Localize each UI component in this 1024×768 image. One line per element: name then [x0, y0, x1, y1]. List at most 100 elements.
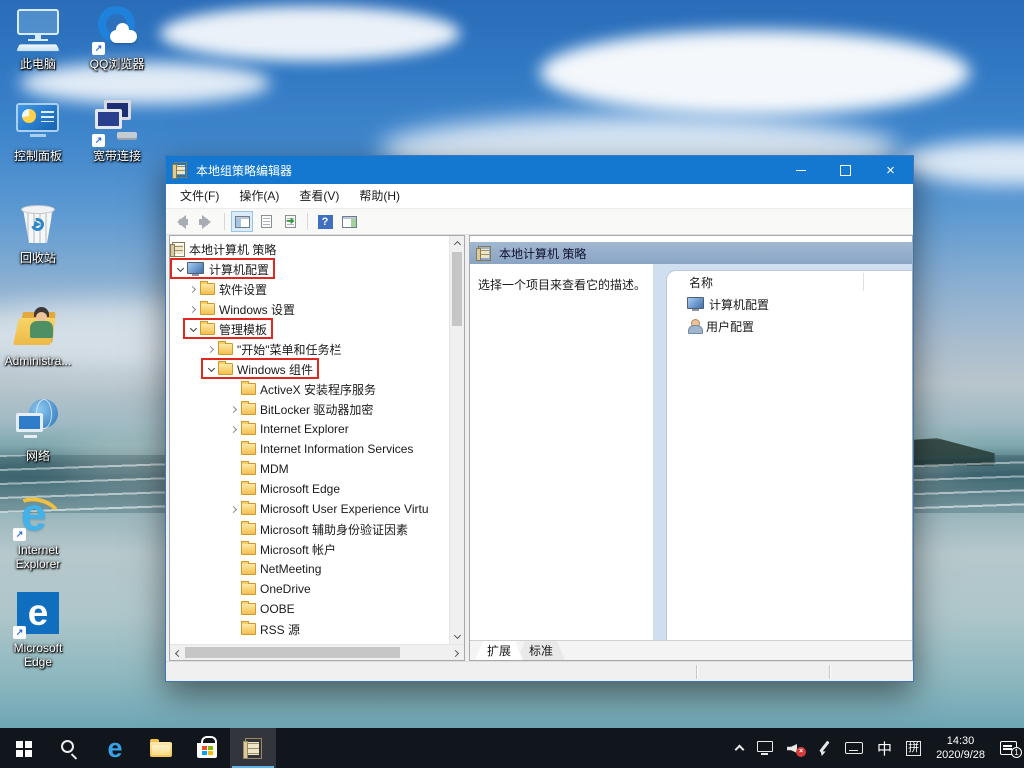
chevron-right-icon[interactable]: [227, 502, 241, 516]
column-header-row[interactable]: 名称: [667, 271, 912, 293]
toolbar: ➜ ?: [166, 209, 913, 235]
tree-item[interactable]: Internet Information Services: [170, 439, 448, 459]
tree-item[interactable]: 计算机配置: [170, 259, 448, 279]
console-tree-button[interactable]: [231, 211, 253, 232]
chevron-down-icon[interactable]: [186, 322, 200, 336]
tree-item[interactable]: "开始"菜单和任务栏: [170, 339, 448, 359]
tree-item[interactable]: Microsoft User Experience Virtu: [170, 499, 448, 519]
close-button[interactable]: ×: [868, 156, 913, 184]
tree-item[interactable]: OneDrive: [170, 579, 448, 599]
tree-item[interactable]: 本地计算机 策略: [170, 239, 448, 259]
ime-mode-button[interactable]: 拼: [899, 728, 928, 768]
chevron-right-icon[interactable]: [186, 302, 200, 316]
touch-keyboard-button[interactable]: [838, 728, 870, 768]
back-arrow-icon[interactable]: [172, 214, 192, 230]
gpedit-taskbar-button[interactable]: [230, 728, 276, 768]
menu-item-2[interactable]: 查看(V): [289, 186, 349, 207]
notification-icon: 1: [1000, 741, 1017, 755]
desktop-icon-recycle-bin[interactable]: 回收站: [0, 200, 76, 265]
scroll-right-arrow[interactable]: [449, 645, 464, 661]
list-item[interactable]: 用户配置: [667, 315, 912, 337]
scroll-down-arrow[interactable]: [450, 629, 465, 644]
menu-item-1[interactable]: 操作(A): [229, 186, 289, 207]
scroll-left-arrow[interactable]: [170, 645, 185, 661]
admin-folder-icon: [14, 303, 62, 351]
desktop-icon-control-panel[interactable]: 控制面板: [0, 98, 76, 163]
chevron-down-icon[interactable]: [204, 362, 218, 376]
tree-item[interactable]: Microsoft 辅助身份验证因素: [170, 519, 448, 539]
tree-item[interactable]: ActiveX 安装程序服务: [170, 379, 448, 399]
scrollbar-thumb[interactable]: [185, 647, 400, 658]
forward-arrow-icon[interactable]: [196, 214, 216, 230]
search-button[interactable]: [46, 728, 92, 768]
maximize-button[interactable]: [823, 156, 868, 184]
minimize-button[interactable]: [778, 156, 823, 184]
chevron-right-icon[interactable]: [204, 342, 218, 356]
tree-item[interactable]: MDM: [170, 459, 448, 479]
chevron-right-icon[interactable]: [227, 402, 241, 416]
folder-icon: [241, 463, 256, 475]
scroll-up-arrow[interactable]: [450, 236, 465, 251]
ime-language-button[interactable]: 中: [870, 728, 899, 768]
desktop-icon-microsoft-edge[interactable]: e↗Microsoft Edge: [0, 590, 76, 669]
folder-icon: [218, 363, 233, 375]
date-label: 2020/9/28: [936, 748, 985, 762]
taskbar-edge-button[interactable]: e: [92, 728, 138, 768]
expander-placeholder: [227, 522, 241, 536]
tree-item[interactable]: OOBE: [170, 599, 448, 619]
tree-horizontal-scrollbar[interactable]: [170, 644, 464, 660]
menu-item-3[interactable]: 帮助(H): [349, 186, 410, 207]
tree-item[interactable]: Microsoft Edge: [170, 479, 448, 499]
title-bar[interactable]: 本地组策略编辑器 ×: [166, 156, 913, 184]
chevron-right-icon[interactable]: [186, 282, 200, 296]
pen-tray-button[interactable]: [810, 728, 838, 768]
tree-vertical-scrollbar[interactable]: [449, 236, 464, 644]
desktop-icon-internet-explorer[interactable]: e↗Internet Explorer: [0, 492, 76, 571]
export-list-button[interactable]: ➜: [279, 211, 301, 232]
desktop-icon-broadband[interactable]: ↗宽带连接: [79, 98, 155, 163]
tree-item[interactable]: 软件设置: [170, 279, 448, 299]
tree-item[interactable]: Microsoft 帐户: [170, 539, 448, 559]
expander-placeholder: [227, 482, 241, 496]
expander-placeholder: [227, 602, 241, 616]
file-explorer-button[interactable]: [138, 728, 184, 768]
scrollbar-thumb[interactable]: [452, 252, 462, 326]
chevron-right-icon[interactable]: [227, 422, 241, 436]
action-center-button[interactable]: 1: [993, 728, 1024, 768]
chevron-down-icon[interactable]: [173, 262, 187, 276]
tree-item-label: "开始"菜单和任务栏: [237, 341, 342, 358]
menu-item-0[interactable]: 文件(F): [170, 186, 229, 207]
desktop-icon-network[interactable]: 网络: [0, 398, 76, 463]
tree-item[interactable]: NetMeeting: [170, 559, 448, 579]
action-pane-button[interactable]: [338, 211, 360, 232]
tree-item[interactable]: 管理模板: [170, 319, 448, 339]
tree-item[interactable]: Windows 设置: [170, 299, 448, 319]
qq-browser-icon: ↗: [93, 6, 141, 54]
desktop-icon-qq-browser[interactable]: ↗QQ浏览器: [79, 6, 155, 71]
annotation-box: 计算机配置: [173, 259, 269, 279]
network-tray-button[interactable]: [750, 728, 780, 768]
cloud: [160, 6, 460, 61]
start-button[interactable]: [0, 728, 46, 768]
list-item[interactable]: 计算机配置: [667, 293, 912, 315]
tree-item[interactable]: BitLocker 驱动器加密: [170, 399, 448, 419]
tray-expand-button[interactable]: [729, 728, 750, 768]
properties-button[interactable]: [255, 211, 277, 232]
desktop-icon-this-pc[interactable]: 此电脑: [0, 6, 76, 71]
column-header-name: 名称: [689, 274, 713, 291]
volume-tray-button[interactable]: ×: [780, 728, 810, 768]
tree-item[interactable]: Internet Explorer: [170, 419, 448, 439]
expander-placeholder: [227, 542, 241, 556]
tab-扩展[interactable]: 扩展: [475, 641, 523, 660]
clock[interactable]: 14:30 2020/9/28: [928, 728, 993, 768]
expander-placeholder: [227, 562, 241, 576]
help-button[interactable]: ?: [314, 211, 336, 232]
microsoft-store-button[interactable]: [184, 728, 230, 768]
tree-item[interactable]: Windows 组件: [170, 359, 448, 379]
desktop-icon-admin-folder[interactable]: Administra...: [0, 303, 76, 368]
tree-item[interactable]: RSS 源: [170, 619, 448, 639]
tab-标准[interactable]: 标准: [517, 641, 565, 660]
folder-icon: [241, 483, 256, 495]
search-icon: [61, 740, 74, 753]
column-divider[interactable]: [863, 273, 864, 291]
